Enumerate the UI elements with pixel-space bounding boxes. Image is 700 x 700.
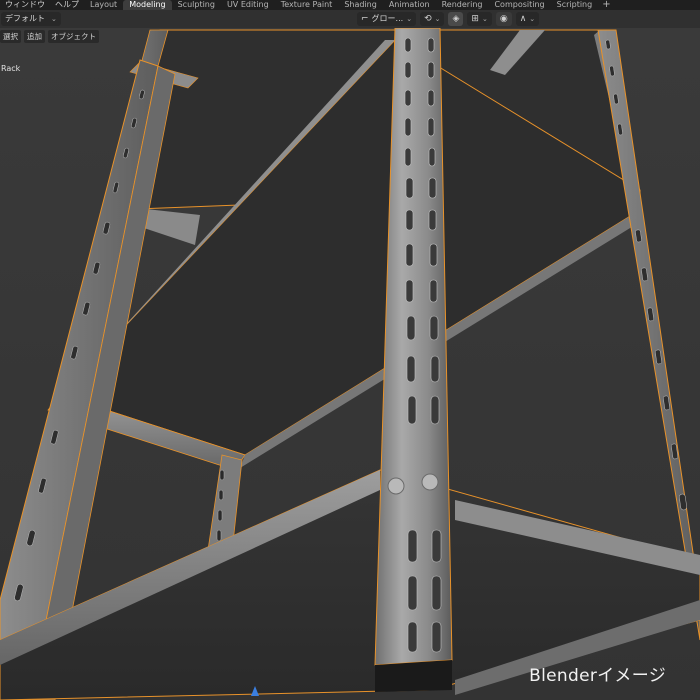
menu-window[interactable]: ウィンドウ: [0, 0, 50, 10]
tab-rendering[interactable]: Rendering: [436, 0, 489, 10]
light-gizmo-icon[interactable]: [251, 686, 259, 696]
tab-modeling[interactable]: Modeling: [123, 0, 172, 10]
snap-target-icon: ⊞: [471, 14, 479, 24]
top-menu-bar: ウィンドウ ヘルプ Layout Modeling Sculpting UV E…: [0, 0, 700, 10]
pivot-icon: ⟲: [424, 14, 432, 24]
falloff-dropdown[interactable]: ∧ ⌄: [515, 12, 540, 26]
snap-toggle[interactable]: ◈: [448, 12, 464, 26]
chevron-down-icon: ⌄: [51, 15, 57, 23]
tab-uv-editing[interactable]: UV Editing: [221, 0, 275, 10]
chevron-down-icon: ⌄: [434, 15, 441, 23]
tab-compositing[interactable]: Compositing: [488, 0, 550, 10]
tab-scripting[interactable]: Scripting: [551, 0, 599, 10]
menu-select[interactable]: 選択: [0, 30, 21, 43]
menu-help[interactable]: ヘルプ: [50, 0, 84, 10]
viewport-menu: 選択 追加 オブジェクト: [0, 30, 99, 43]
chevron-down-icon: ⌄: [406, 15, 413, 23]
snap-icon: ◈: [452, 14, 460, 24]
header-tools: ⌐ グロー... ⌄ ⟲ ⌄ ◈ ⊞ ⌄ ◉ ∧ ⌄: [357, 12, 540, 26]
tab-layout[interactable]: Layout: [84, 0, 123, 10]
transform-orientation-dropdown[interactable]: ⌐ グロー... ⌄: [357, 12, 417, 26]
menu-object[interactable]: オブジェクト: [48, 30, 99, 43]
snap-target-dropdown[interactable]: ⊞ ⌄: [467, 12, 492, 26]
active-object-name: Rack: [1, 64, 21, 73]
chevron-down-icon: ⌄: [481, 15, 488, 23]
tab-animation[interactable]: Animation: [383, 0, 436, 10]
tab-texture-paint[interactable]: Texture Paint: [275, 0, 339, 10]
viewport-header: デフォルト ⌄ ⌐ グロー... ⌄ ⟲ ⌄ ◈ ⊞ ⌄ ◉ ∧ ⌄: [0, 10, 700, 28]
orientation-label: デフォルト: [5, 14, 45, 23]
caption-text: Blenderイメージ: [529, 666, 666, 686]
menu-add[interactable]: 追加: [24, 30, 45, 43]
transform-orientation-label: グロー...: [371, 14, 404, 23]
proportional-edit-toggle[interactable]: ◉: [495, 12, 512, 26]
chevron-down-icon: ⌄: [529, 15, 536, 23]
falloff-curve-icon: ∧: [519, 14, 527, 24]
tab-sculpting[interactable]: Sculpting: [172, 0, 221, 10]
axis-icon: ⌐: [361, 14, 369, 24]
pivot-point-dropdown[interactable]: ⟲ ⌄: [420, 12, 445, 26]
orientation-dropdown[interactable]: デフォルト ⌄: [1, 12, 61, 26]
tab-shading[interactable]: Shading: [338, 0, 383, 10]
proportional-edit-icon: ◉: [499, 14, 508, 24]
scene-render: [0, 27, 700, 700]
add-workspace-button[interactable]: +: [598, 0, 614, 10]
3d-viewport[interactable]: Rack Blenderイメージ: [0, 27, 700, 700]
